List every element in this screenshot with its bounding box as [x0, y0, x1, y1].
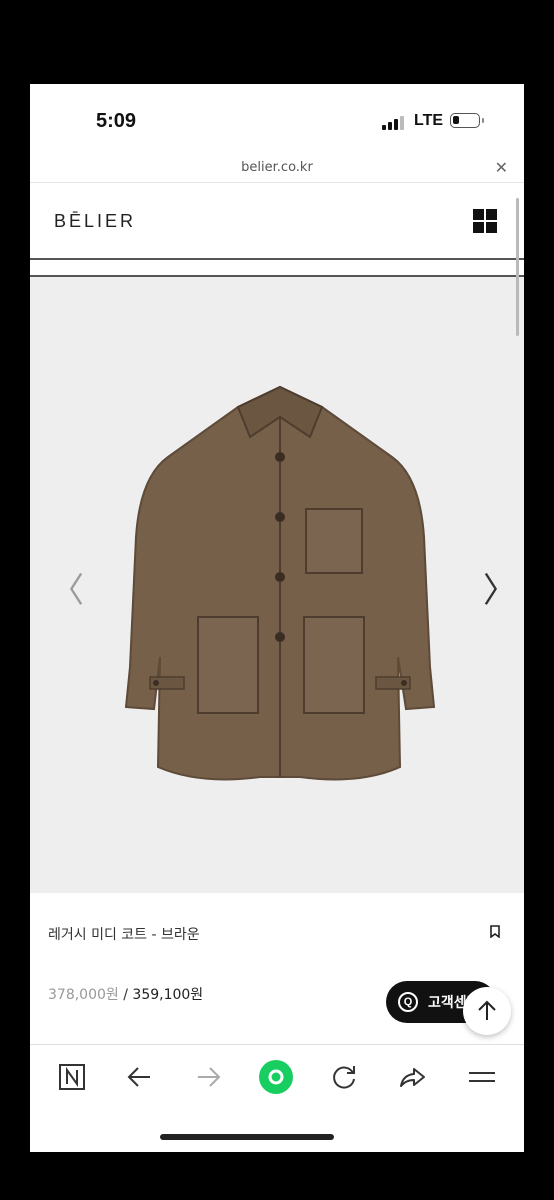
chevron-right-icon[interactable]: 〉 — [483, 563, 517, 612]
naver-home-icon[interactable] — [54, 1059, 90, 1095]
chevron-left-icon[interactable]: 〈 — [50, 563, 84, 612]
status-bar: 5:09 LTE — [30, 84, 524, 156]
close-icon[interactable]: ✕ — [495, 158, 508, 177]
phone-screen: 5:09 LTE belier.co.kr ✕ BĒLIER 〈 〉 레거시 미… — [30, 84, 524, 1152]
original-price: 378,000원 — [48, 987, 119, 1003]
site-logo[interactable]: BĒLIER — [54, 211, 136, 232]
coat-image — [124, 385, 436, 781]
price-row: 378,000원 / 359,100원 — [48, 984, 203, 1004]
battery-icon — [450, 113, 484, 128]
back-icon[interactable] — [122, 1059, 158, 1095]
scroll-top-button[interactable] — [463, 987, 511, 1035]
menu-icon[interactable] — [464, 1059, 500, 1095]
network-label: LTE — [414, 112, 444, 129]
site-header: BĒLIER — [30, 183, 524, 259]
product-image-carousel[interactable]: 〈 〉 — [30, 277, 524, 893]
sale-price: 359,100원 — [132, 987, 204, 1003]
green-dot-icon[interactable] — [258, 1059, 294, 1095]
refresh-icon[interactable] — [326, 1059, 362, 1095]
status-time: 5:09 — [96, 110, 137, 132]
home-indicator[interactable] — [160, 1134, 334, 1140]
forward-icon[interactable] — [190, 1059, 226, 1095]
price-separator: / — [118, 987, 133, 1003]
scrollbar[interactable] — [516, 198, 519, 336]
signal-icon — [382, 116, 406, 130]
arrow-up-icon — [478, 1000, 496, 1020]
q-icon: Q — [398, 992, 418, 1012]
bookmark-icon[interactable] — [490, 925, 500, 938]
share-icon[interactable] — [394, 1059, 430, 1095]
url-text[interactable]: belier.co.kr — [30, 160, 524, 175]
grid-menu-icon[interactable] — [473, 209, 497, 233]
divider — [30, 258, 524, 260]
url-bar[interactable]: belier.co.kr ✕ — [30, 156, 524, 182]
product-name[interactable]: 레거시 미디 코트 - 브라운 — [48, 924, 200, 944]
